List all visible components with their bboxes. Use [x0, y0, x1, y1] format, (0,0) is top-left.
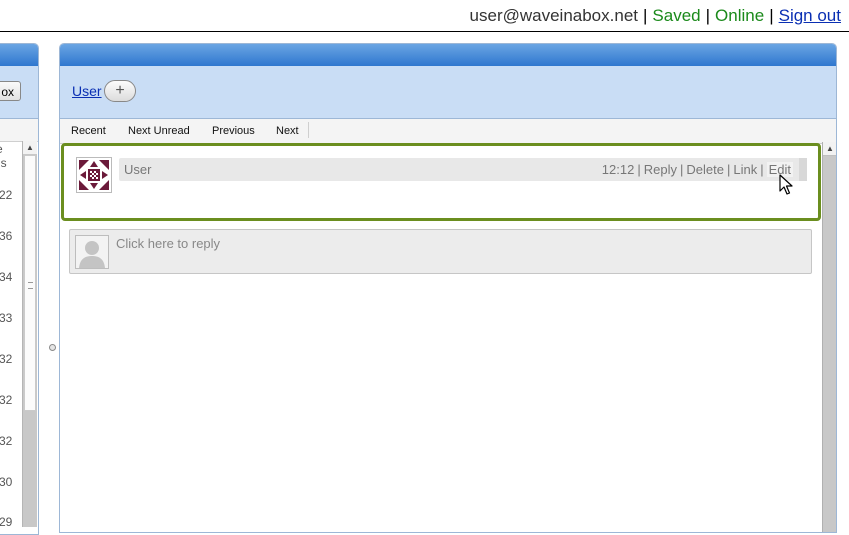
reply-prompt[interactable]: Click here to reply	[116, 236, 220, 251]
sign-out-link[interactable]: Sign out	[779, 6, 841, 25]
blip-actions: 12:12 | Reply | Delete | Link | Edit	[602, 158, 793, 181]
separator: |	[726, 162, 731, 177]
author-avatar	[76, 157, 112, 193]
inbox-panel-header	[0, 44, 38, 66]
current-user-email: user@waveinabox.net	[469, 6, 638, 25]
separator: |	[705, 6, 711, 25]
wave-toolbar: Recent Next Unread Previous Next	[60, 119, 836, 144]
inbox-item-count[interactable]: 33	[0, 311, 12, 325]
inbox-column-header: e gs	[0, 142, 14, 170]
inbox-scrollbar[interactable]: ▲	[22, 141, 37, 527]
scroll-up-arrow-icon[interactable]: ▲	[23, 141, 37, 154]
blip-author: User	[124, 162, 152, 177]
inbox-item-count[interactable]: 36	[0, 229, 12, 243]
inbox-toolbar	[0, 119, 38, 142]
wave-panel: User + Recent Next Unread Previous Next …	[59, 43, 837, 533]
add-participant-button[interactable]: +	[104, 80, 136, 102]
inbox-item-count[interactable]: 32	[0, 434, 12, 448]
default-user-icon	[76, 236, 108, 268]
link-link[interactable]: Link	[733, 162, 757, 177]
separator: |	[679, 162, 684, 177]
previous-button[interactable]: Previous	[212, 119, 255, 143]
toolbar-divider	[308, 122, 309, 138]
plus-icon: +	[115, 82, 125, 99]
next-unread-button[interactable]: Next Unread	[128, 119, 190, 143]
inbox-item-count[interactable]: 30	[0, 475, 12, 489]
top-status-bar: user@waveinabox.net | Saved | Online | Sign ou…	[0, 0, 849, 32]
inbox-item-count[interactable]: 32	[0, 393, 12, 407]
mouse-pointer-icon	[779, 174, 793, 195]
wave-panel-header	[60, 44, 836, 66]
metadata-bar-endcap	[799, 158, 807, 181]
wave-scrollbar[interactable]: ▲	[822, 142, 836, 532]
reply-link[interactable]: Reply	[644, 162, 677, 177]
next-button[interactable]: Next	[276, 119, 299, 143]
delete-link[interactable]: Delete	[686, 162, 724, 177]
scrollbar-thumb[interactable]	[24, 155, 36, 411]
participant-link[interactable]: User	[72, 83, 102, 99]
inbox-panel-search-bar: ox	[0, 66, 38, 119]
blip-metadata-bar: User 12:12 | Reply | Delete | Link | Edit	[119, 158, 807, 181]
scroll-up-arrow-icon[interactable]: ▲	[823, 142, 836, 156]
panel-splitter-handle[interactable]	[49, 344, 56, 351]
participants-bar: User +	[60, 66, 836, 119]
separator: |	[637, 162, 641, 177]
online-status: Online	[715, 6, 765, 25]
reply-avatar-placeholder	[75, 235, 109, 269]
separator: |	[769, 6, 774, 25]
saved-status: Saved	[652, 6, 701, 25]
grip-icon	[28, 282, 33, 289]
separator: |	[643, 6, 648, 25]
blip[interactable]: User 12:12 | Reply | Delete | Link | Edit	[61, 143, 821, 221]
blip-time: 12:12	[601, 162, 635, 177]
inbox-item-count[interactable]: 32	[0, 352, 12, 366]
inbox-button[interactable]: ox	[0, 81, 21, 101]
author-identicon-icon	[77, 158, 111, 192]
separator: |	[760, 162, 764, 177]
recent-button[interactable]: Recent	[71, 119, 106, 143]
column-header-fragment: e	[0, 142, 14, 156]
reply-box[interactable]: Click here to reply	[69, 229, 812, 274]
inbox-item-count[interactable]: 34	[0, 270, 12, 284]
column-header-fragment: gs	[0, 156, 7, 170]
inbox-item-count[interactable]: 22	[0, 188, 12, 202]
